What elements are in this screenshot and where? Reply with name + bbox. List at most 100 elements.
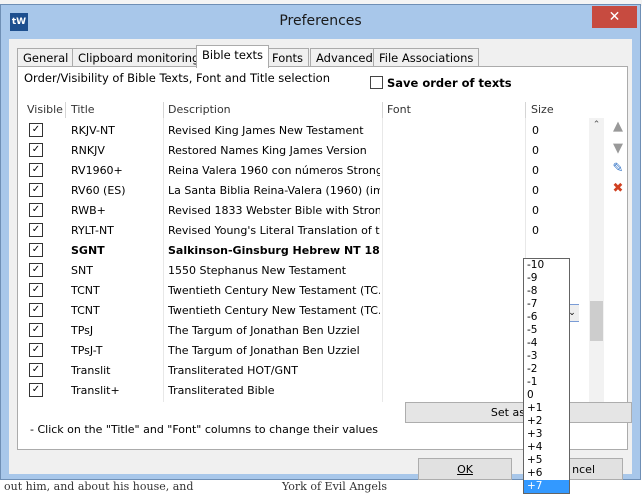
header-divider bbox=[525, 102, 526, 118]
window-title: Preferences bbox=[279, 13, 362, 29]
grid-scrollbar[interactable]: ⌃ ⌄ bbox=[589, 118, 604, 418]
size-option[interactable]: -7 bbox=[524, 298, 569, 311]
size-option[interactable]: +6 bbox=[524, 467, 569, 480]
row-size[interactable]: 0 bbox=[532, 184, 539, 197]
visible-checkbox[interactable]: ✓ bbox=[29, 203, 43, 217]
table-row[interactable]: ✓ RNKJV Restored Names King James Version 0 bbox=[25, 140, 585, 160]
table-row[interactable]: ✓ RWB+ Revised 1833 Webster Bible with Str… bbox=[25, 200, 585, 220]
tab-bible-texts[interactable]: Bible texts bbox=[196, 45, 269, 68]
ok-button[interactable]: OK bbox=[418, 458, 512, 480]
table-row[interactable]: ✓ RYLT-NT Revised Young's Literal Translat… bbox=[25, 220, 585, 240]
scroll-up-icon[interactable]: ⌃ bbox=[589, 120, 604, 134]
column-size[interactable]: Size bbox=[531, 103, 554, 116]
visible-checkbox[interactable]: ✓ bbox=[29, 383, 43, 397]
size-option[interactable]: +2 bbox=[524, 415, 569, 428]
size-option[interactable]: +7 bbox=[524, 480, 569, 493]
row-title[interactable]: SGNT bbox=[71, 244, 105, 257]
row-title[interactable]: TPsJ-T bbox=[71, 344, 102, 357]
table-row[interactable]: ✓ RV1960+ Reina Valera 1960 con números St… bbox=[25, 160, 585, 180]
save-order-checkbox[interactable]: Save order of texts bbox=[370, 76, 512, 90]
row-title[interactable]: TCNT bbox=[71, 304, 100, 317]
title-bar[interactable]: tW Preferences ✕ bbox=[1, 5, 640, 37]
table-row[interactable]: ✓ TPsJ-T The Targum of Jonathan Ben Uzziel bbox=[25, 340, 585, 360]
visible-checkbox[interactable]: ✓ bbox=[29, 223, 43, 237]
visible-checkbox[interactable]: ✓ bbox=[29, 163, 43, 177]
tab-fonts[interactable]: Fonts bbox=[266, 48, 310, 67]
save-order-box[interactable] bbox=[370, 76, 383, 89]
header-divider bbox=[163, 102, 164, 118]
row-title[interactable]: TPsJ bbox=[71, 324, 93, 337]
row-title[interactable]: Translit+ bbox=[71, 384, 120, 397]
size-option[interactable]: -8 bbox=[524, 285, 569, 298]
row-title[interactable]: RWB+ bbox=[71, 204, 106, 217]
tab-general[interactable]: General bbox=[17, 48, 75, 67]
move-up-icon[interactable]: ▲ bbox=[608, 119, 628, 137]
tab-file-associations[interactable]: File Associations bbox=[373, 48, 480, 67]
size-option[interactable]: +5 bbox=[524, 454, 569, 467]
size-option[interactable]: +4 bbox=[524, 441, 569, 454]
table-row[interactable]: ✓ RKJV-NT Revised King James New Testament… bbox=[25, 120, 585, 140]
move-down-icon[interactable]: ▼ bbox=[608, 141, 628, 159]
save-order-label: Save order of texts bbox=[387, 76, 512, 90]
scroll-thumb[interactable] bbox=[590, 301, 603, 341]
check-all-icon[interactable]: ✎ bbox=[608, 161, 628, 179]
visible-checkbox[interactable]: ✓ bbox=[29, 143, 43, 157]
visible-checkbox[interactable]: ✓ bbox=[29, 243, 43, 257]
row-size[interactable]: 0 bbox=[532, 124, 539, 137]
row-title[interactable]: SNT bbox=[71, 264, 93, 277]
row-title[interactable]: TCNT bbox=[71, 284, 100, 297]
row-title[interactable]: RYLT-NT bbox=[71, 224, 114, 237]
size-option[interactable]: -2 bbox=[524, 363, 569, 376]
row-description: Restored Names King James Version bbox=[168, 144, 367, 157]
column-visible[interactable]: Visible bbox=[27, 103, 63, 116]
size-option[interactable]: -1 bbox=[524, 376, 569, 389]
visible-checkbox[interactable]: ✓ bbox=[29, 183, 43, 197]
visible-checkbox[interactable]: ✓ bbox=[29, 343, 43, 357]
size-option[interactable]: +3 bbox=[524, 428, 569, 441]
row-size[interactable]: 0 bbox=[532, 204, 539, 217]
table-row[interactable]: ✓ Translit Transliterated HOT/GNT bbox=[25, 360, 585, 380]
table-row[interactable]: ✓ Translit+ Transliterated Bible bbox=[25, 380, 585, 400]
size-option[interactable]: -3 bbox=[524, 350, 569, 363]
table-row[interactable]: ✓ SGNT Salkinson-Ginsburg Hebrew NT 1887 bbox=[25, 240, 585, 260]
row-title[interactable]: RV1960+ bbox=[71, 164, 123, 177]
column-description[interactable]: Description bbox=[168, 103, 231, 116]
visible-checkbox[interactable]: ✓ bbox=[29, 303, 43, 317]
uncheck-all-icon[interactable]: ✖ bbox=[608, 181, 628, 199]
visible-checkbox[interactable]: ✓ bbox=[29, 263, 43, 277]
size-dropdown-list[interactable]: -10 -9 -8 -7 -6 -5 -4 -3 -2 -1 0 +1 +2 +3 +4 +5 +6 +7 bbox=[523, 258, 570, 494]
set-as-default-button[interactable]: Set as def bbox=[405, 402, 632, 423]
table-row[interactable]: ✓ RV60 (ES) La Santa Biblia Reina-Valera (… bbox=[25, 180, 585, 200]
row-description: Salkinson-Ginsburg Hebrew NT 1887 bbox=[168, 244, 380, 257]
size-option[interactable]: -5 bbox=[524, 324, 569, 337]
visible-checkbox[interactable]: ✓ bbox=[29, 123, 43, 137]
bible-texts-grid[interactable]: Visible Title Description Font Size ✓ RKJ… bbox=[25, 102, 598, 402]
header-divider bbox=[65, 102, 66, 118]
row-title[interactable]: RNKJV bbox=[71, 144, 105, 157]
visible-checkbox[interactable]: ✓ bbox=[29, 363, 43, 377]
table-row[interactable]: ✓ TPsJ The Targum of Jonathan Ben Uzziel bbox=[25, 320, 585, 340]
size-option[interactable]: -10 bbox=[524, 259, 569, 272]
size-option[interactable]: -4 bbox=[524, 337, 569, 350]
column-title[interactable]: Title bbox=[71, 103, 95, 116]
tab-advanced[interactable]: Advanced bbox=[310, 48, 379, 67]
row-size[interactable]: 0 bbox=[532, 164, 539, 177]
table-row[interactable]: ✓ TCNT Twentieth Century New Testament (TC… bbox=[25, 280, 585, 300]
visible-checkbox[interactable]: ✓ bbox=[29, 283, 43, 297]
row-title[interactable]: RV60 (ES) bbox=[71, 184, 126, 197]
column-font[interactable]: Font bbox=[387, 103, 411, 116]
size-option[interactable]: -6 bbox=[524, 311, 569, 324]
size-option[interactable]: -9 bbox=[524, 272, 569, 285]
size-option[interactable]: 0 bbox=[524, 389, 569, 402]
row-title[interactable]: RKJV-NT bbox=[71, 124, 115, 137]
close-button[interactable]: ✕ bbox=[592, 6, 637, 28]
table-row[interactable]: ✓ TCNT Twentieth Century New Testament (TC… bbox=[25, 300, 585, 320]
size-option[interactable]: +1 bbox=[524, 402, 569, 415]
tab-clipboard-monitoring[interactable]: Clipboard monitoring bbox=[72, 48, 206, 67]
row-title[interactable]: Translit bbox=[71, 364, 111, 377]
header-divider bbox=[382, 102, 383, 118]
table-row[interactable]: ✓ SNT 1550 Stephanus New Testament bbox=[25, 260, 585, 280]
visible-checkbox[interactable]: ✓ bbox=[29, 323, 43, 337]
row-size[interactable]: 0 bbox=[532, 144, 539, 157]
row-size[interactable]: 0 bbox=[532, 224, 539, 237]
